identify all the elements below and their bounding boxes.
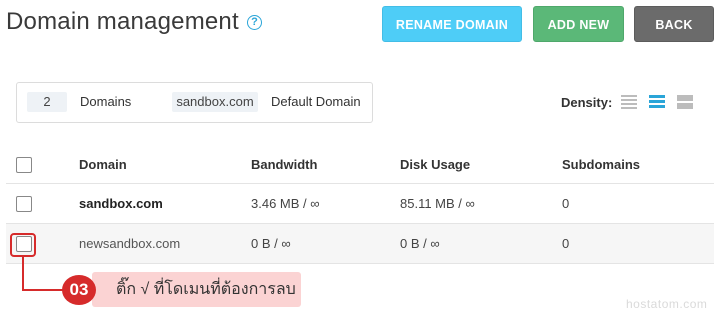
rename-domain-button[interactable]: RENAME DOMAIN xyxy=(382,6,522,42)
checkbox-highlight xyxy=(10,233,36,257)
column-header-domain[interactable]: Domain xyxy=(79,146,127,184)
column-header-subdomains[interactable]: Subdomains xyxy=(562,146,640,184)
density-label: Density: xyxy=(561,95,613,110)
step-number-badge: 03 xyxy=(62,275,96,305)
watermark: hostatom.com xyxy=(626,297,708,311)
row-checkbox[interactable] xyxy=(16,196,32,212)
bandwidth-value: 0 B / ∞ xyxy=(251,236,291,251)
domains-label: Domains xyxy=(80,94,132,109)
subdomains-value: 0 xyxy=(562,196,570,211)
domain-count-badge: 2 xyxy=(27,92,67,112)
normal-density-icon[interactable] xyxy=(649,95,665,109)
page-title: Domain management xyxy=(6,8,239,35)
comfortable-density-icon[interactable] xyxy=(677,95,693,109)
callout-text: ติ๊ก √ ที่โดเมนที่ต้องการลบ xyxy=(116,281,296,298)
column-header-bandwidth[interactable]: Bandwidth xyxy=(251,146,317,184)
table-row[interactable]: newsandbox.com 0 B / ∞ 0 B / ∞ 0 xyxy=(6,224,714,264)
default-domain-badge: sandbox.com xyxy=(172,92,258,112)
disk-usage-value: 0 B / ∞ xyxy=(400,236,440,251)
select-all-checkbox[interactable] xyxy=(16,157,32,173)
disk-usage-value: 85.11 MB / ∞ xyxy=(400,196,475,211)
default-domain-label: Default Domain xyxy=(271,94,361,109)
column-header-disk-usage[interactable]: Disk Usage xyxy=(400,146,470,184)
table-header-row: Domain Bandwidth Disk Usage Subdomains xyxy=(6,146,714,184)
add-new-button[interactable]: ADD NEW xyxy=(533,6,624,42)
domain-summary-panel: 2 Domains sandbox.com Default Domain xyxy=(16,82,373,123)
bandwidth-value: 3.46 MB / ∞ xyxy=(251,196,320,211)
back-button[interactable]: BACK xyxy=(634,6,714,42)
domain-link[interactable]: newsandbox.com xyxy=(79,224,180,264)
domain-link[interactable]: sandbox.com xyxy=(79,184,163,224)
callout-instruction: ติ๊ก √ ที่โดเมนที่ต้องการลบ xyxy=(92,272,301,307)
help-icon[interactable]: ? xyxy=(247,15,262,30)
subdomains-value: 0 xyxy=(562,236,570,251)
table-row[interactable]: sandbox.com 3.46 MB / ∞ 85.11 MB / ∞ 0 xyxy=(6,184,714,224)
compact-density-icon[interactable] xyxy=(621,95,637,109)
callout-connector xyxy=(22,257,24,291)
